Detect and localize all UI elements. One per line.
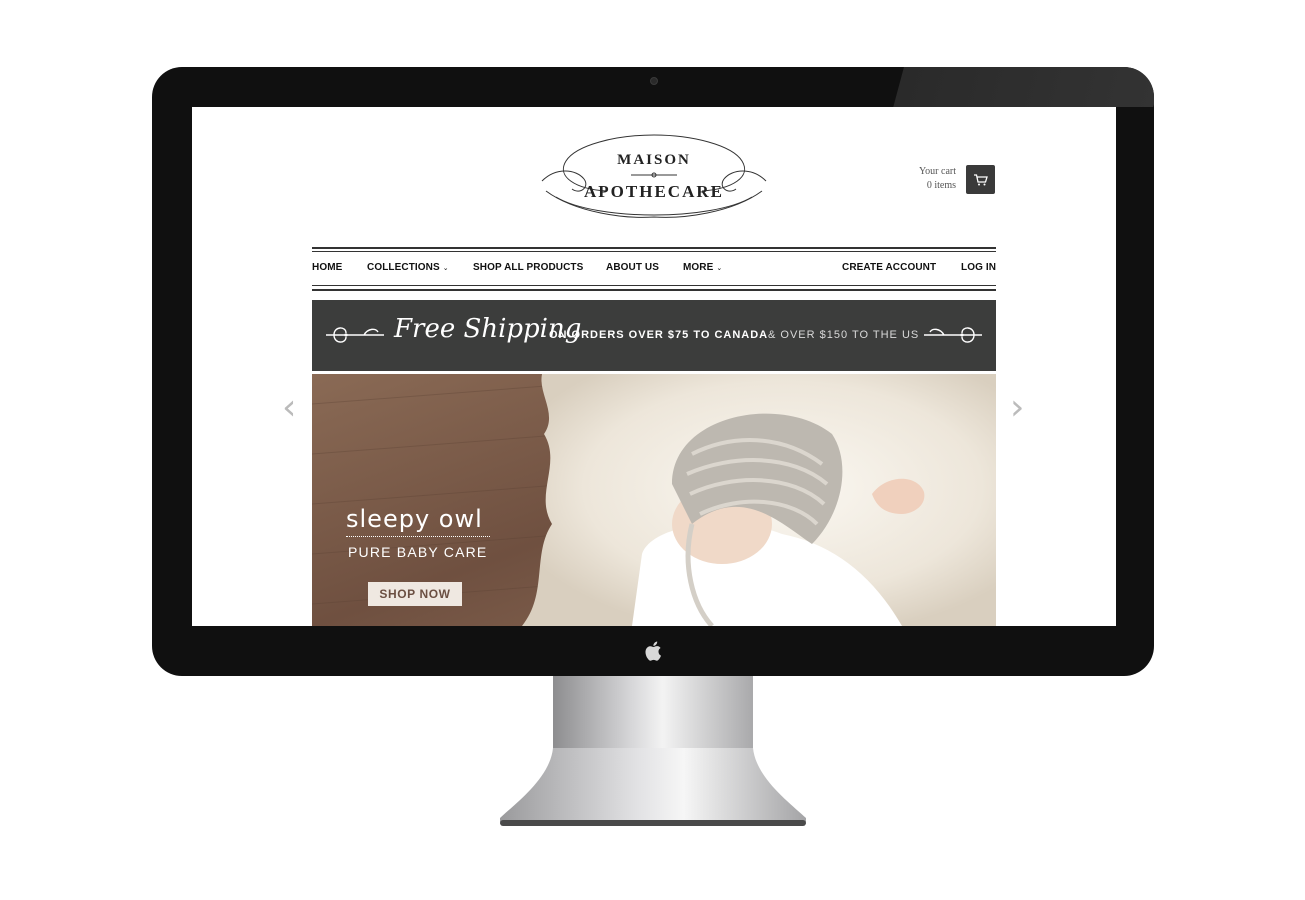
brand-logo[interactable]: MAISON APOTHECARE bbox=[536, 131, 772, 223]
nav-item-login[interactable]: LOG IN bbox=[961, 262, 996, 273]
main-navigation: HOME COLLECTIONS ⌄ SHOP ALL PRODUCTS ABOU… bbox=[312, 247, 996, 291]
banner-light-text: & OVER $150 TO THE US bbox=[768, 329, 920, 341]
hero-slide[interactable]: sleepy owl PURE BABY CARE SHOP NOW bbox=[312, 374, 996, 626]
cart-icon bbox=[973, 173, 988, 185]
nav-top-rule-thin bbox=[312, 251, 996, 252]
monitor-stand-base bbox=[500, 748, 806, 826]
nav-item-about[interactable]: ABOUT US bbox=[606, 262, 659, 273]
logo-bottom-text: APOTHECARE bbox=[584, 182, 724, 201]
nav-item-more-label: MORE bbox=[683, 262, 714, 273]
nav-item-home[interactable]: HOME bbox=[312, 262, 342, 273]
banner-bold-text: ON ORDERS OVER $75 TO CANADA bbox=[549, 329, 769, 341]
browser-screen: MAISON APOTHECARE Your cart 0 items HOME… bbox=[192, 107, 1116, 626]
cart-summary[interactable]: Your cart 0 items bbox=[882, 165, 956, 193]
nav-item-more[interactable]: MORE ⌄ bbox=[683, 262, 722, 273]
camera-icon bbox=[650, 77, 658, 85]
nav-item-collections[interactable]: COLLECTIONS ⌄ bbox=[367, 262, 449, 273]
free-shipping-banner[interactable]: Free Shipping ON ORDERS OVER $75 TO CANA… bbox=[312, 300, 996, 371]
hero-title: sleepy owl bbox=[346, 505, 483, 533]
flourish-right-icon bbox=[924, 327, 982, 343]
hero-subtitle: PURE BABY CARE bbox=[348, 544, 488, 560]
nav-bottom-rule-thin bbox=[312, 285, 996, 286]
nav-item-shop-all[interactable]: SHOP ALL PRODUCTS bbox=[473, 262, 583, 273]
shop-now-button[interactable]: SHOP NOW bbox=[368, 582, 462, 606]
nav-item-create-account[interactable]: CREATE ACCOUNT bbox=[842, 262, 936, 273]
cart-count: 0 items bbox=[926, 180, 956, 191]
chevron-down-icon: ⌄ bbox=[442, 265, 449, 272]
monitor-stand bbox=[553, 676, 753, 756]
nav-item-collections-label: COLLECTIONS bbox=[367, 262, 440, 273]
arrow-right-icon[interactable]: › bbox=[1010, 390, 1024, 426]
arrow-left-icon[interactable]: ‹ bbox=[282, 390, 296, 426]
apple-icon bbox=[641, 638, 665, 664]
chevron-down-icon: ⌄ bbox=[716, 265, 723, 272]
cart-label: Your cart bbox=[918, 166, 956, 177]
hero-divider bbox=[346, 536, 490, 537]
flourish-left-icon bbox=[326, 327, 384, 343]
nav-bottom-rule bbox=[312, 289, 996, 291]
cart-button[interactable] bbox=[966, 165, 995, 194]
bezel-reflection bbox=[893, 67, 1154, 107]
logo-top-text: MAISON bbox=[617, 152, 691, 168]
nav-top-rule bbox=[312, 247, 996, 249]
